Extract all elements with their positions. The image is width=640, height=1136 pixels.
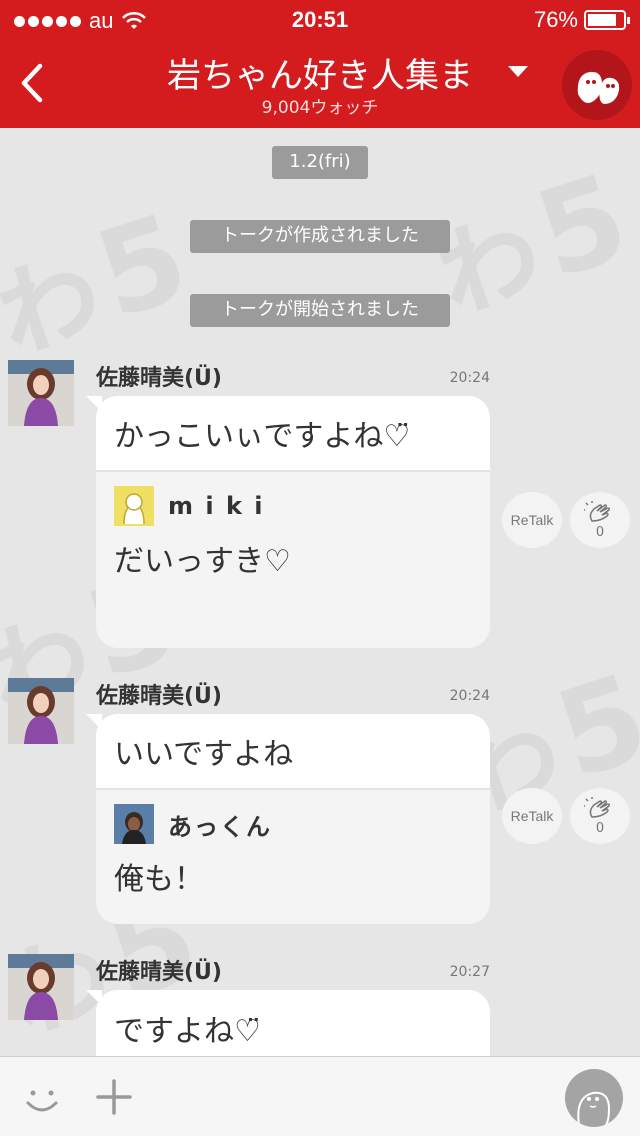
quoted-user: m i k i [96, 472, 490, 526]
sender-name: 佐藤晴美(Ü) [96, 366, 222, 391]
user-avatar-icon [114, 486, 154, 526]
date-label: 1.2(fri) [272, 146, 368, 179]
sender-name: 佐藤晴美(Ü) [96, 960, 222, 985]
caret-down-icon[interactable] [508, 66, 528, 77]
retalk-button[interactable]: ReTalk [502, 788, 562, 844]
message-bubble[interactable]: ですよね♡̈ [96, 990, 490, 1056]
retalk-button[interactable]: ReTalk [502, 492, 562, 548]
profile-ghost-icon[interactable] [565, 1069, 623, 1127]
quoted-user: あっくん [96, 790, 490, 844]
quoted-user-name: あっくん [168, 812, 272, 841]
header-bar: 岩ちゃん好き人集ま 9,004ウォッチ [0, 40, 640, 128]
message-text: かっこいぃですよね♡̈ [96, 396, 490, 472]
message-text: いいですよね [96, 714, 490, 790]
clap-count: 0 [595, 820, 605, 836]
clap-count: 0 [595, 524, 605, 540]
message-text: ですよね♡̈ [96, 990, 490, 1056]
sender-name: 佐藤晴美(Ü) [96, 684, 222, 709]
chevron-left-icon[interactable] [14, 58, 54, 108]
watermark: ゎ5 [0, 188, 204, 384]
smiley-icon[interactable] [22, 1079, 62, 1119]
ghost-mascot-icon[interactable] [562, 50, 632, 120]
watch-count: 9,004ウォッチ [261, 98, 379, 118]
clap-button[interactable]: 0 [570, 788, 630, 844]
avatar[interactable] [8, 360, 74, 426]
bottom-toolbar [0, 1056, 640, 1136]
talk-title[interactable]: 岩ちゃん好き人集ま [150, 48, 490, 97]
message-bubble[interactable]: かっこいぃですよね♡̈ m i k i だいっすき♡ [96, 396, 490, 648]
clap-button[interactable]: 0 [570, 492, 630, 548]
message-time: 20:24 [449, 370, 490, 386]
user-avatar-icon [114, 804, 154, 844]
clap-icon [584, 796, 611, 818]
message-time: 20:27 [449, 964, 490, 980]
chat-area[interactable]: ゎ5 ゎ5 ゎ5 ゎ5 ゎ5 1.2(fri) トークが作成されました トークが… [0, 128, 640, 1056]
message-time: 20:24 [449, 688, 490, 704]
quoted-text: 俺も！ [114, 862, 204, 897]
message-bubble[interactable]: いいですよね あっくん 俺も！ [96, 714, 490, 924]
quoted-user-name: m i k i [168, 492, 265, 520]
status-bar: au 20:51 76% [0, 0, 640, 40]
quoted-text: だいっすき♡ [114, 544, 291, 579]
status-right: 76% [533, 7, 630, 33]
avatar[interactable] [8, 678, 74, 744]
avatar[interactable] [8, 954, 74, 1020]
system-message: トークが作成されました [190, 220, 450, 253]
plus-icon[interactable] [96, 1079, 132, 1115]
battery-percent: 76% [533, 7, 578, 32]
clap-icon [584, 500, 611, 522]
system-message: トークが開始されました [190, 294, 450, 327]
battery-icon [584, 10, 630, 30]
